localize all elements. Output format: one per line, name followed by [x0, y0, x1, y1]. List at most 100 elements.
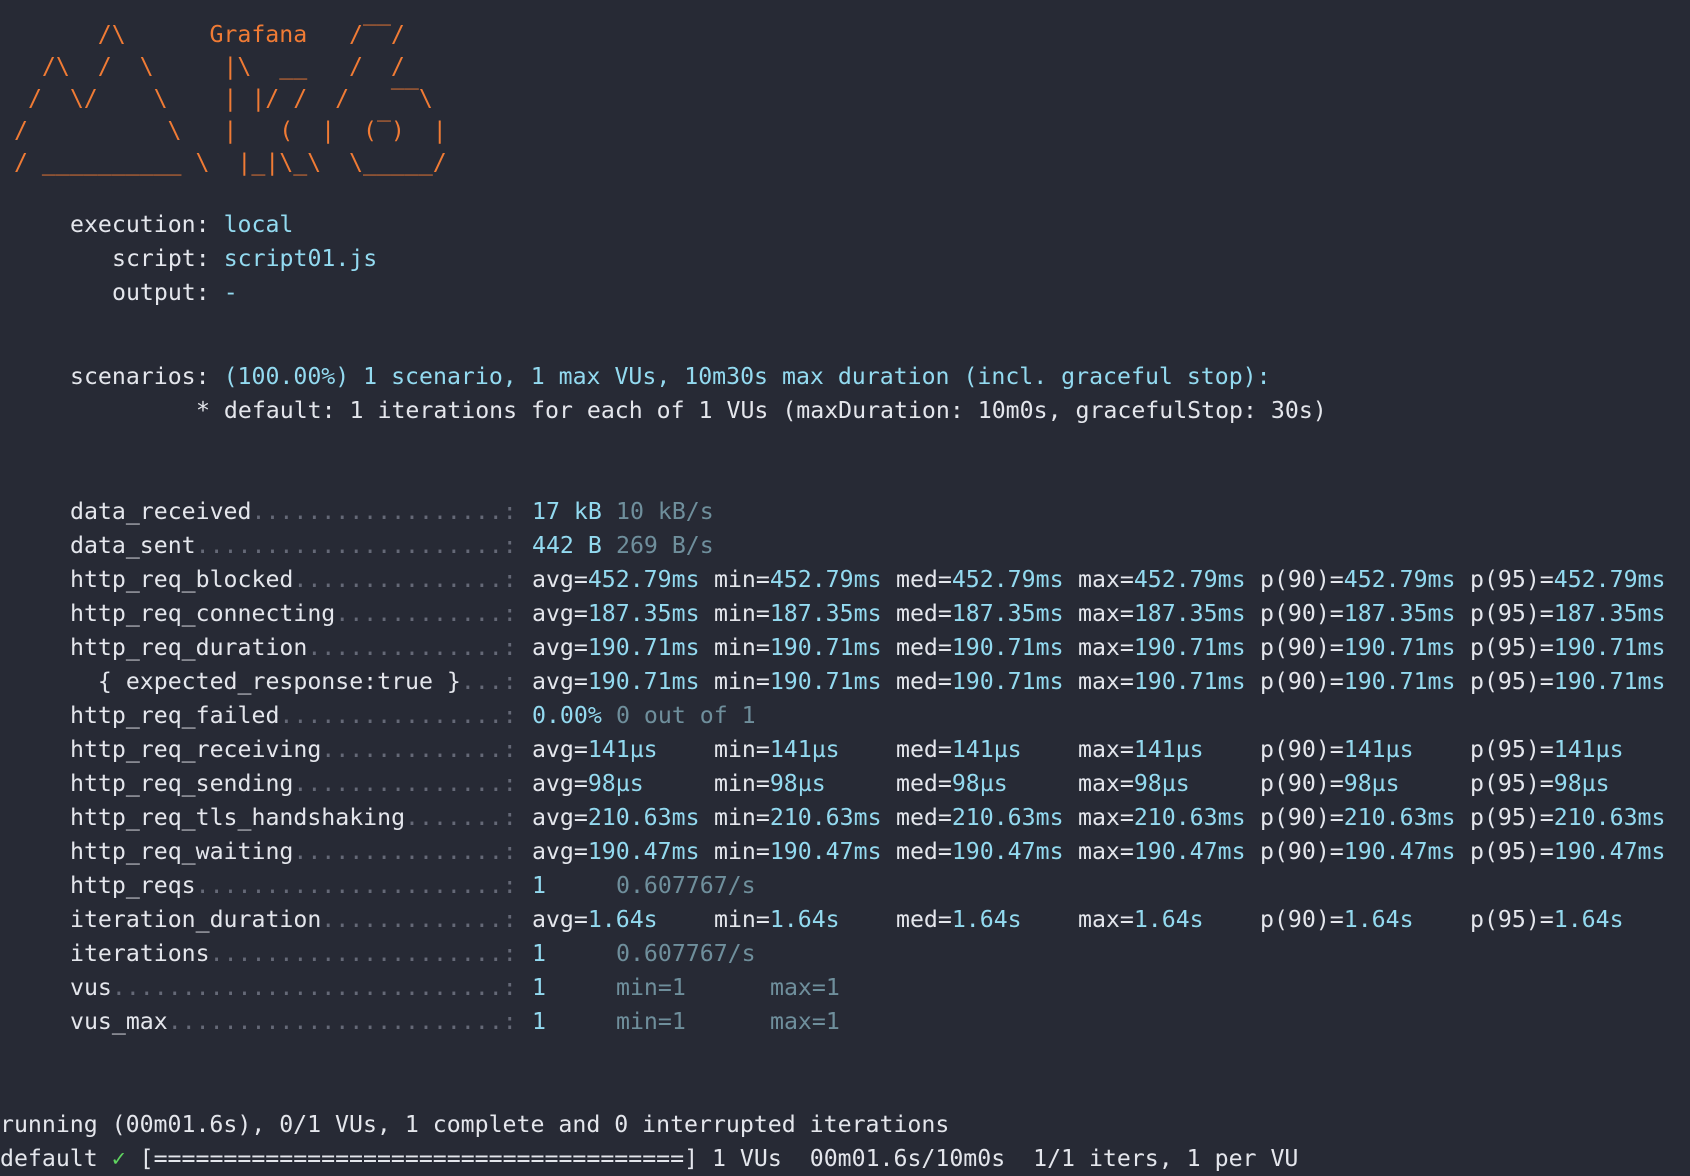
metric-avg: avg=98µs — [532, 767, 644, 801]
stat-label: p(90)= — [1260, 736, 1344, 763]
metric-row: data_received..................: 17 kB 10… — [0, 495, 1690, 529]
stat-label: avg= — [532, 736, 588, 763]
metric-min: min=190.71ms — [714, 665, 882, 699]
stat-label: min= — [714, 634, 770, 661]
metric-avg: avg=190.47ms — [532, 835, 700, 869]
stat-label: med= — [896, 838, 952, 865]
stat-value: 190.47ms — [1553, 838, 1666, 865]
stat-label: max= — [1078, 736, 1134, 763]
metric-p90: p(90)=187.35ms — [1260, 597, 1455, 631]
metric-min: min=210.63ms — [714, 801, 882, 835]
stat-value: 452.79ms — [1133, 566, 1246, 593]
metric-row: http_req_sending...............: avg=98µ… — [0, 767, 1690, 801]
stat-label: p(90)= — [1260, 668, 1344, 695]
metric-label: http_req_connecting............: — [70, 597, 531, 631]
execution-value: local — [223, 211, 294, 238]
stat-label: p(95)= — [1470, 906, 1554, 933]
metric-name: data_sent — [70, 532, 196, 559]
stat-value: 190.71ms — [951, 634, 1064, 661]
stat-label: p(90)= — [1260, 600, 1344, 627]
stat-label: med= — [896, 736, 952, 763]
stat-value: 98µs — [1553, 770, 1610, 797]
stat-value: 187.35ms — [1133, 600, 1246, 627]
metric-avg: avg=190.71ms — [532, 665, 700, 699]
stat-label: p(95)= — [1470, 838, 1554, 865]
metric-label: iteration_duration.............: — [70, 903, 531, 937]
stat-label: min= — [714, 838, 770, 865]
metric-row: http_req_failed................: 0.00% 0 … — [0, 699, 1690, 733]
stat-label: max= — [1078, 634, 1134, 661]
stat-value: 1.64s — [951, 906, 1022, 933]
metric-med: med=190.47ms — [896, 835, 1064, 869]
stat-value: 210.63ms — [769, 804, 882, 831]
metric-p95: p(95)=1.64s — [1470, 903, 1624, 937]
stat-label: med= — [896, 770, 952, 797]
stat-label: p(95)= — [1470, 804, 1554, 831]
metric-row: http_req_waiting...............: avg=190… — [0, 835, 1690, 869]
metric-max: max=1.64s — [1078, 903, 1204, 937]
stat-value: 210.63ms — [587, 804, 700, 831]
metric-med: med=210.63ms — [896, 801, 1064, 835]
stat-label: p(95)= — [1470, 634, 1554, 661]
metric-name: http_req_tls_handshaking — [70, 804, 406, 831]
metric-label: vus............................: — [70, 971, 531, 1005]
elapsed-time: 00m01.6s/10m0s — [809, 1145, 1006, 1172]
metric-dots: ............: — [335, 600, 531, 627]
metric-value: 0.00% — [532, 702, 602, 729]
metric-min: min=190.47ms — [714, 835, 882, 869]
script-label: script: — [112, 245, 210, 272]
stat-value: 190.71ms — [1133, 668, 1246, 695]
stat-label: avg= — [532, 634, 588, 661]
metric-row: iterations.....................: 1 0.6077… — [0, 937, 1690, 971]
metric-dots: ................: — [279, 702, 531, 729]
metric-avg: avg=210.63ms — [532, 801, 700, 835]
metric-name: iteration_duration — [70, 906, 322, 933]
metric-max: max=190.71ms — [1078, 631, 1246, 665]
metric-name: http_reqs — [70, 872, 196, 899]
stat-value: 210.63ms — [951, 804, 1064, 831]
metric-rate: 10 kB/s — [616, 498, 714, 525]
stat-value: 187.35ms — [1343, 600, 1456, 627]
metric-name: http_req_connecting — [70, 600, 336, 627]
stat-value: 187.35ms — [1553, 600, 1666, 627]
stat-value: 1.64s — [1553, 906, 1624, 933]
metric-rate: 0.607767/s — [616, 872, 756, 899]
stat-value: 452.79ms — [1553, 566, 1666, 593]
output-label: output: — [112, 279, 210, 306]
stat-label: med= — [896, 566, 952, 593]
metric-row: data_sent......................: 442 B 26… — [0, 529, 1690, 563]
metric-max: max=1 — [770, 974, 840, 1001]
metric-p90: p(90)=210.63ms — [1260, 801, 1455, 835]
terminal-window[interactable]: /\ Grafana /‾‾/ /\ / \ |\ __ / / / \/ \ … — [0, 0, 1690, 1176]
metric-row: { expected_response:true }...: avg=190.7… — [0, 665, 1690, 699]
stat-value: 190.71ms — [769, 634, 882, 661]
stat-value: 452.79ms — [769, 566, 882, 593]
stat-value: 190.71ms — [587, 668, 700, 695]
logo-line-3: / \/ \ | |/ / / ‾‾\ — [14, 85, 433, 112]
stat-label: p(95)= — [1470, 600, 1554, 627]
metric-name: http_req_duration — [70, 634, 308, 661]
check-icon: ✓ — [111, 1145, 126, 1172]
metric-name: data_received — [70, 498, 252, 525]
metric-avg: avg=190.71ms — [532, 631, 700, 665]
iterations-progress: 1/1 iters, 1 per VU — [1033, 1145, 1299, 1172]
metric-rate: 0.607767/s — [616, 940, 756, 967]
metric-name: http_req_sending — [70, 770, 294, 797]
metric-min: min=1.64s — [714, 903, 840, 937]
metric-value: 1 — [532, 1008, 546, 1035]
vus-count: 1 VUs — [712, 1145, 782, 1172]
metric-rate: 269 B/s — [616, 532, 714, 559]
stat-value: 190.71ms — [1553, 668, 1666, 695]
metric-label: http_req_duration..............: — [70, 631, 531, 665]
logo-line-1: /\ Grafana /‾‾/ — [14, 21, 405, 48]
stat-value: 98µs — [1133, 770, 1190, 797]
metric-name: iterations — [70, 940, 210, 967]
metric-dots: .....................: — [209, 940, 531, 967]
metric-p95: p(95)=210.63ms — [1470, 801, 1665, 835]
stat-label: avg= — [532, 600, 588, 627]
stat-value: 1.64s — [1343, 906, 1414, 933]
metric-p90: p(90)=98µs — [1260, 767, 1400, 801]
metric-value: 1 — [532, 940, 546, 967]
stat-value: 98µs — [951, 770, 1008, 797]
stat-value: 452.79ms — [587, 566, 700, 593]
